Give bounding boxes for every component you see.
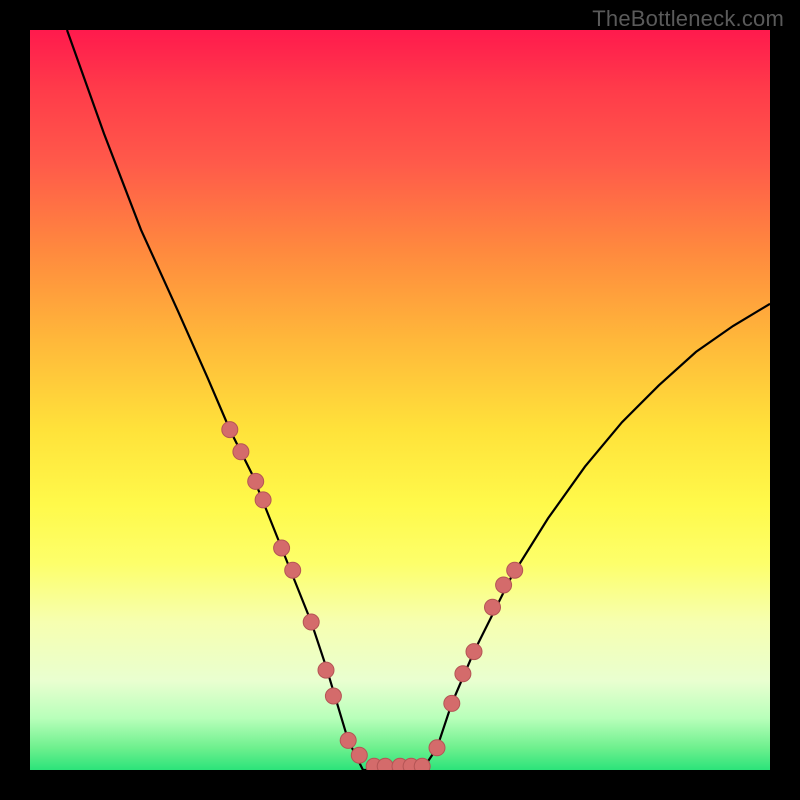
curve-marker [248,473,264,489]
curve-marker [466,644,482,660]
watermark-text: TheBottleneck.com [592,6,784,32]
curve-marker [496,577,512,593]
curve-marker [285,562,301,578]
curve-marker [325,688,341,704]
curve-marker [414,758,430,770]
chart-svg [30,30,770,770]
curve-marker [485,599,501,615]
curve-marker [303,614,319,630]
curve-marker [377,758,393,770]
curve-marker [507,562,523,578]
chart-plot-area [30,30,770,770]
curve-marker [455,666,471,682]
curve-marker [429,740,445,756]
curve-marker [444,695,460,711]
curve-marker [222,422,238,438]
curve-marker [274,540,290,556]
curve-marker [233,444,249,460]
curve-markers [222,422,523,770]
curve-marker [255,492,271,508]
chart-frame: TheBottleneck.com [0,0,800,800]
bottleneck-curve [67,30,770,770]
curve-marker [318,662,334,678]
curve-marker [340,732,356,748]
curve-marker [351,747,367,763]
